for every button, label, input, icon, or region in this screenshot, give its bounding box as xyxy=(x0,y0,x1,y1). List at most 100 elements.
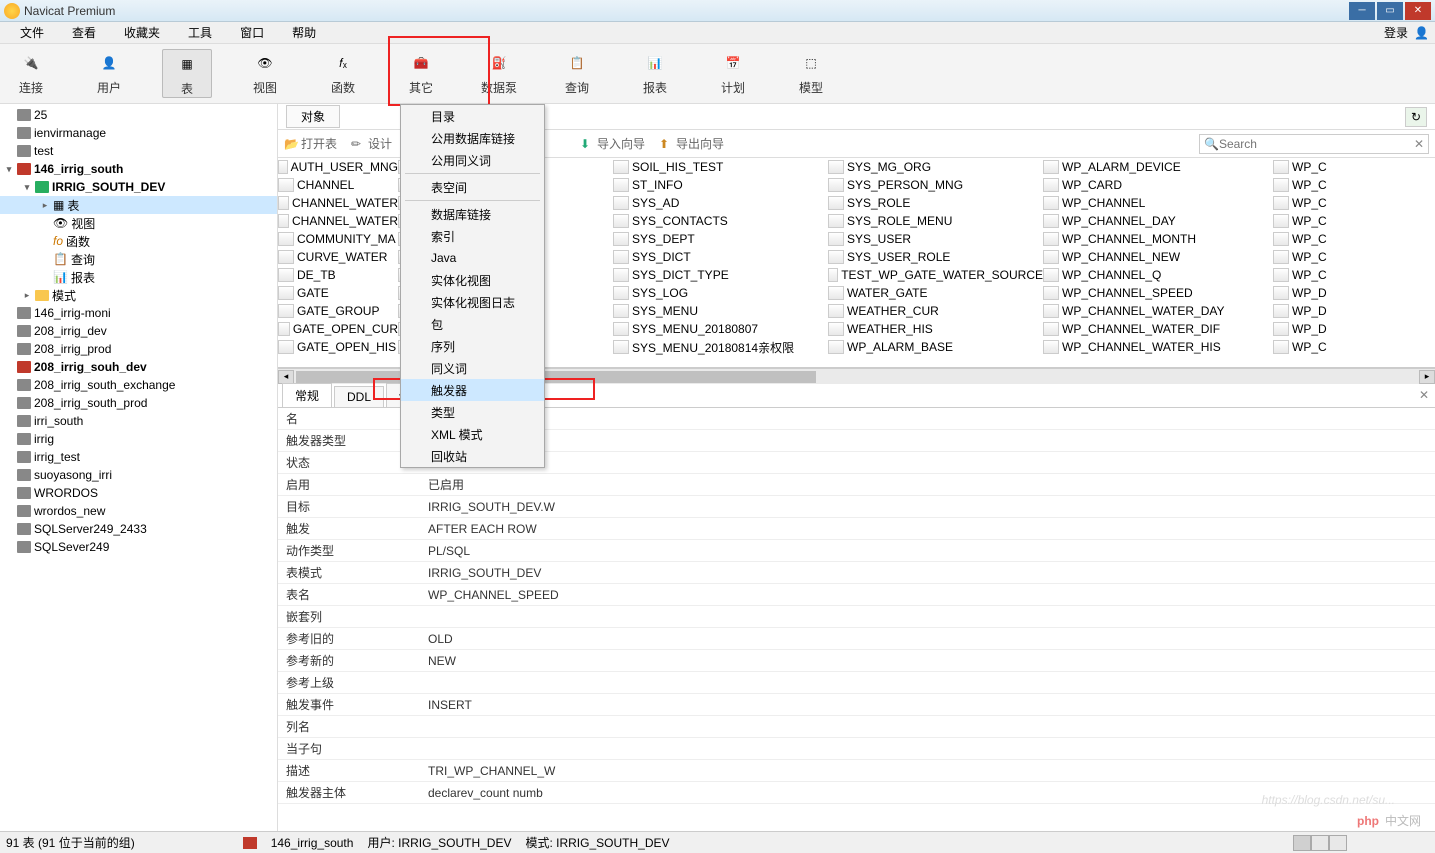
table-item[interactable]: CHANNEL_WATER xyxy=(278,194,398,212)
table-item[interactable]: SYS_MENU_20180807 xyxy=(613,320,828,338)
expand-arrow[interactable]: ▸ xyxy=(40,200,50,211)
refresh-button[interactable]: ↻ xyxy=(1405,107,1427,127)
dropdown-item[interactable]: 同义词 xyxy=(401,357,544,379)
connection-tree[interactable]: 25ienvirmanagetest▾146_irrig_south▾IRRIG… xyxy=(0,104,278,831)
table-item[interactable]: CHANNEL_WATER xyxy=(278,212,398,230)
tree-item[interactable]: fo函数 xyxy=(0,232,277,250)
toolbar-table-button[interactable]: ▦表 xyxy=(162,49,212,98)
clear-search-icon[interactable]: ✕ xyxy=(1414,137,1424,151)
table-item[interactable]: SYS_AD xyxy=(613,194,828,212)
tree-item[interactable]: 208_irrig_souh_dev xyxy=(0,358,277,376)
tree-item[interactable]: suoyasong_irri xyxy=(0,466,277,484)
property-row[interactable]: 参考新的NEW xyxy=(278,650,1435,672)
menu-window[interactable]: 窗口 xyxy=(226,24,278,41)
table-item[interactable]: WEATHER_HIS xyxy=(828,320,1043,338)
tree-item[interactable]: SQLServer249_2433 xyxy=(0,520,277,538)
dropdown-item[interactable]: 表空间 xyxy=(401,176,544,198)
table-item[interactable]: COMMUNITY_MA xyxy=(278,230,398,248)
expand-arrow[interactable]: ▾ xyxy=(4,164,14,175)
table-item[interactable]: CURVE_WATER xyxy=(278,248,398,266)
toolbar-user-button[interactable]: 👤用户 xyxy=(84,49,134,98)
other-dropdown[interactable]: 目录公用数据库链接公用同义词表空间数据库链接索引Java实体化视图实体化视图日志… xyxy=(400,104,545,468)
view-detail-button[interactable] xyxy=(1311,835,1329,851)
properties-grid[interactable]: 名触发器类型状态Valid启用已启用目标IRRIG_SOUTH_DEV.W触发A… xyxy=(278,408,1435,831)
tree-item[interactable]: 208_irrig_south_prod xyxy=(0,394,277,412)
table-item[interactable]: WP_C xyxy=(1273,158,1333,176)
table-item[interactable]: WP_D xyxy=(1273,284,1333,302)
table-item[interactable]: DE_TB xyxy=(278,266,398,284)
table-item[interactable]: SYS_LOG xyxy=(613,284,828,302)
toolbar-report-button[interactable]: 📊报表 xyxy=(630,49,680,98)
table-item[interactable]: WP_D xyxy=(1273,302,1333,320)
view-list-button[interactable] xyxy=(1293,835,1311,851)
tree-item[interactable]: irri_south xyxy=(0,412,277,430)
table-item[interactable]: SYS_MENU xyxy=(613,302,828,320)
table-item[interactable]: WP_C xyxy=(1273,230,1333,248)
search-box[interactable]: 🔍 ✕ xyxy=(1199,134,1429,154)
table-item[interactable]: WP_ALARM_DEVICE xyxy=(1043,158,1273,176)
dropdown-item[interactable]: XML 模式 xyxy=(401,423,544,445)
tree-item[interactable]: 25 xyxy=(0,106,277,124)
table-item[interactable]: SYS_USER_ROLE xyxy=(828,248,1043,266)
property-row[interactable]: 当子句 xyxy=(278,738,1435,760)
scroll-thumb[interactable] xyxy=(296,371,816,383)
dropdown-item[interactable]: 公用同义词 xyxy=(401,149,544,171)
tree-item[interactable]: ▾IRRIG_SOUTH_DEV xyxy=(0,178,277,196)
table-item[interactable]: SYS_ROLE xyxy=(828,194,1043,212)
dropdown-item[interactable]: 类型 xyxy=(401,401,544,423)
tree-item[interactable]: WRORDOS xyxy=(0,484,277,502)
scroll-left-button[interactable]: ◂ xyxy=(278,370,294,384)
dropdown-item[interactable]: 公用数据库链接 xyxy=(401,127,544,149)
dropdown-item[interactable]: 索引 xyxy=(401,225,544,247)
export-wizard[interactable]: ⬆导出向导 xyxy=(659,135,724,152)
table-item[interactable]: WP_D xyxy=(1273,320,1333,338)
table-item[interactable]: GATE_OPEN_HIS xyxy=(278,338,398,356)
tab-general[interactable]: 常规 xyxy=(282,383,332,407)
dropdown-item[interactable]: 实体化视图日志 xyxy=(401,291,544,313)
tab-ddl[interactable]: DDL xyxy=(334,386,384,407)
close-detail-icon[interactable]: ✕ xyxy=(1419,388,1429,402)
table-item[interactable]: ST_INFO xyxy=(613,176,828,194)
property-row[interactable]: 触发事件INSERT xyxy=(278,694,1435,716)
tree-item[interactable]: ▾146_irrig_south xyxy=(0,160,277,178)
table-item[interactable]: WP_C xyxy=(1273,194,1333,212)
tree-item[interactable]: 146_irrig-moni xyxy=(0,304,277,322)
table-item[interactable]: AUTH_USER_MNG xyxy=(278,158,398,176)
table-item[interactable]: SYS_ROLE_MENU xyxy=(828,212,1043,230)
table-item[interactable]: WP_CARD xyxy=(1043,176,1273,194)
table-item[interactable]: WP_C xyxy=(1273,248,1333,266)
property-row[interactable]: 嵌套列 xyxy=(278,606,1435,628)
table-item[interactable]: WP_CHANNEL_MONTH xyxy=(1043,230,1273,248)
tree-item[interactable]: test xyxy=(0,142,277,160)
table-item[interactable]: CHANNEL xyxy=(278,176,398,194)
toolbar-plug-button[interactable]: 🔌连接 xyxy=(6,49,56,98)
menu-favorites[interactable]: 收藏夹 xyxy=(110,24,174,41)
table-item[interactable]: WP_CHANNEL_WATER_HIS xyxy=(1043,338,1273,356)
tree-item[interactable]: 👁视图 xyxy=(0,214,277,232)
expand-arrow[interactable]: ▸ xyxy=(22,290,32,301)
table-item[interactable]: WP_CHANNEL_NEW xyxy=(1043,248,1273,266)
table-item[interactable]: SYS_DICT_TYPE xyxy=(613,266,828,284)
toolbar-model-button[interactable]: ⬚模型 xyxy=(786,49,836,98)
toolbar-schedule-button[interactable]: 📅计划 xyxy=(708,49,758,98)
tree-item[interactable]: 📊报表 xyxy=(0,268,277,286)
property-row[interactable]: 触发AFTER EACH ROW xyxy=(278,518,1435,540)
table-item[interactable]: SYS_USER xyxy=(828,230,1043,248)
menu-file[interactable]: 文件 xyxy=(6,24,58,41)
dropdown-item[interactable]: 目录 xyxy=(401,105,544,127)
menu-view[interactable]: 查看 xyxy=(58,24,110,41)
dropdown-item[interactable]: 回收站 xyxy=(401,445,544,467)
table-item[interactable]: WP_C xyxy=(1273,212,1333,230)
property-row[interactable]: 动作类型PL/SQL xyxy=(278,540,1435,562)
table-item[interactable]: SYS_PERSON_MNG xyxy=(828,176,1043,194)
table-item[interactable]: SYS_DEPT xyxy=(613,230,828,248)
property-row[interactable]: 参考旧的OLD xyxy=(278,628,1435,650)
menu-help[interactable]: 帮助 xyxy=(278,24,330,41)
table-item[interactable]: WP_C xyxy=(1273,176,1333,194)
menu-tools[interactable]: 工具 xyxy=(174,24,226,41)
table-item[interactable]: WEATHER_CUR xyxy=(828,302,1043,320)
design-table-action[interactable]: ✏设计 xyxy=(351,135,392,152)
table-item[interactable]: SYS_MENU_20180814亲权限 xyxy=(613,338,828,356)
tree-item[interactable]: 📋查询 xyxy=(0,250,277,268)
tree-item[interactable]: irrig_test xyxy=(0,448,277,466)
